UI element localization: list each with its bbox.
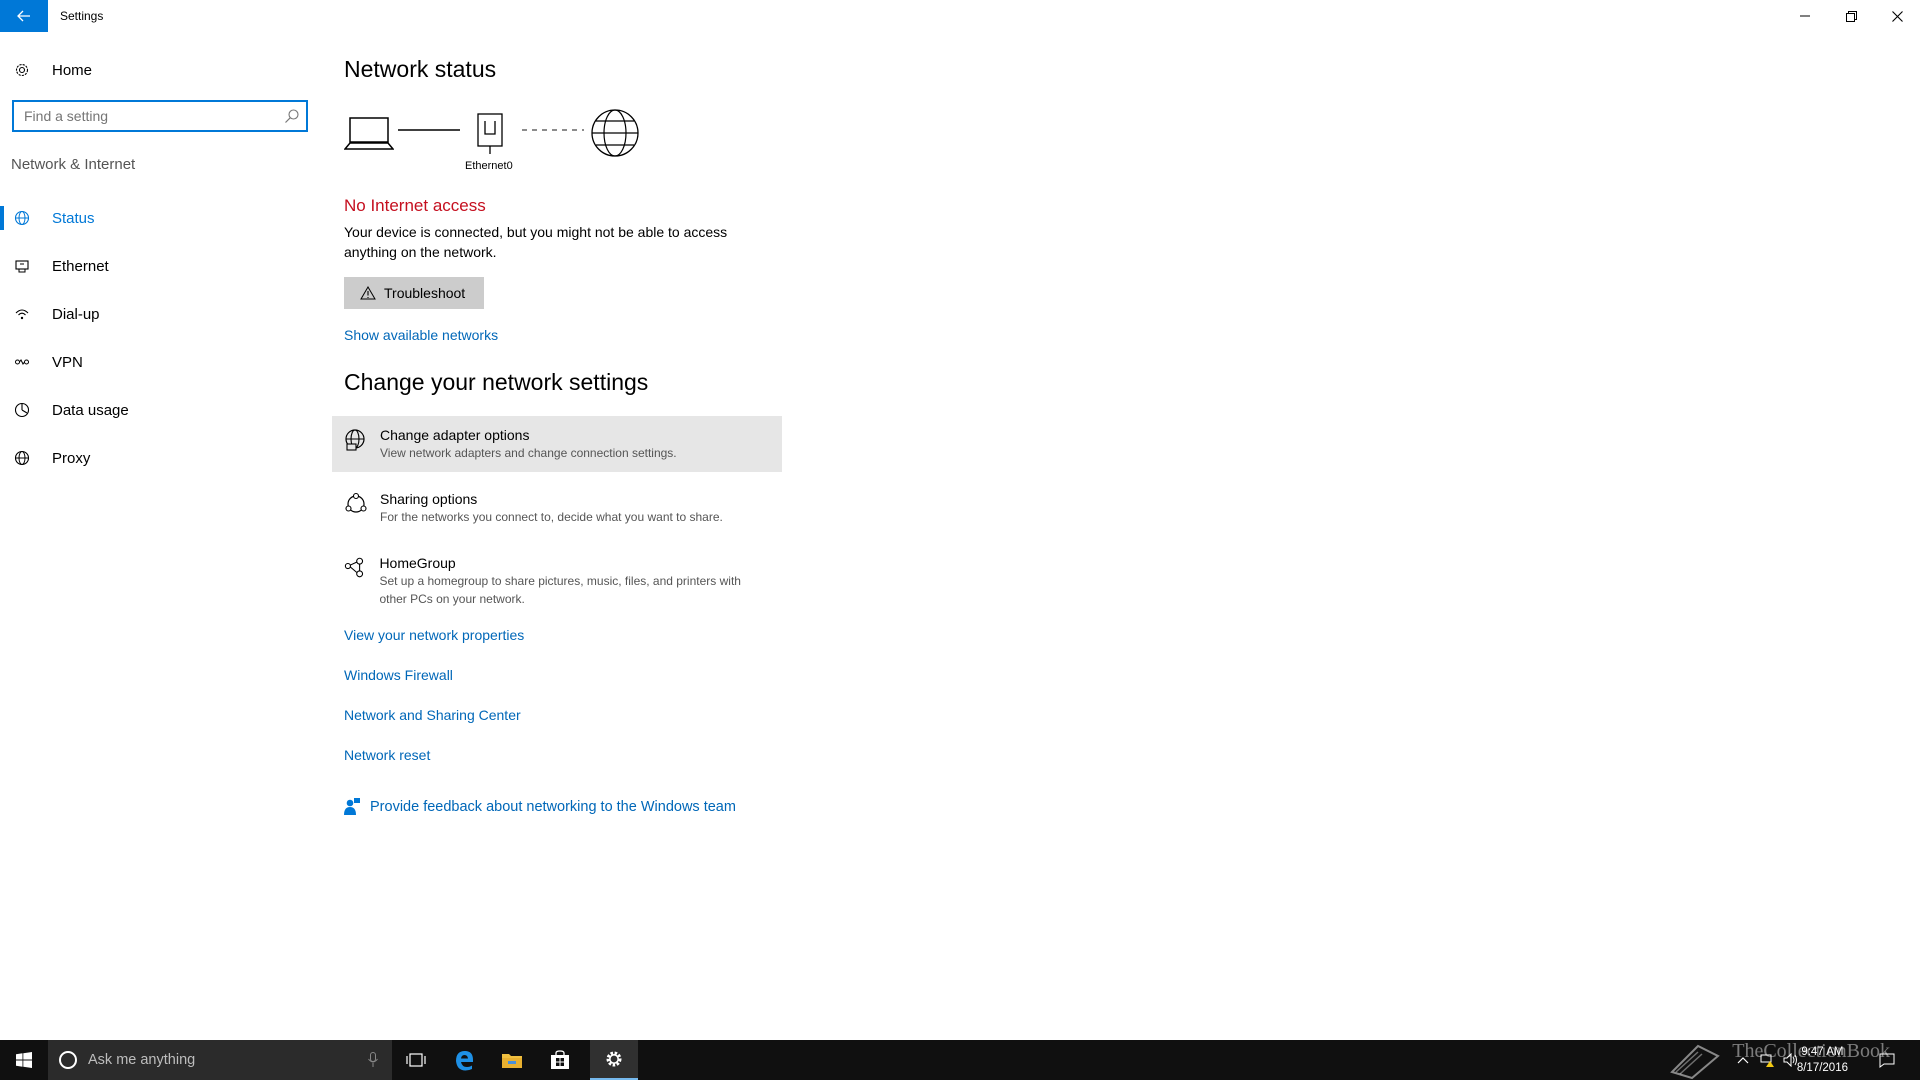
- back-button[interactable]: [0, 0, 48, 32]
- title-bar: Settings: [0, 0, 1920, 32]
- option-description: For the networks you connect to, decide …: [380, 510, 723, 524]
- option-title: HomeGroup: [379, 555, 456, 571]
- taskbar: Ask me anything TheCollectionBook 9:47 A…: [0, 1040, 1920, 1080]
- option-description: View network adapters and change connect…: [380, 446, 677, 460]
- homegroup-option[interactable]: HomeGroup Set up a homegroup to share pi…: [332, 544, 782, 618]
- network-reset-link[interactable]: Network reset: [344, 747, 430, 763]
- vpn-icon: [15, 359, 29, 365]
- change-adapter-options[interactable]: Change adapter options View network adap…: [332, 416, 782, 472]
- ethernet-icon: [15, 260, 29, 273]
- sidebar-item-label: Status: [52, 209, 95, 227]
- proxy-globe-icon: [14, 450, 30, 466]
- store-bag-icon: [551, 1050, 569, 1069]
- show-available-networks-link[interactable]: Show available networks: [344, 327, 498, 343]
- restore-button[interactable]: [1828, 0, 1874, 32]
- cortana-placeholder: Ask me anything: [88, 1052, 196, 1068]
- view-network-properties-link[interactable]: View your network properties: [344, 627, 524, 643]
- close-icon: [1891, 10, 1903, 22]
- task-view-button[interactable]: [392, 1040, 440, 1080]
- notification-icon: [1879, 1053, 1895, 1068]
- close-button[interactable]: [1874, 0, 1920, 32]
- laptop-icon: [344, 117, 394, 150]
- taskbar-clock[interactable]: 9:47 AM 8/17/2016: [1797, 1044, 1848, 1076]
- sidebar-nav: Status Ethernet Dial-up VPN Data usage P…: [0, 194, 320, 482]
- option-title: Change adapter options: [380, 427, 530, 443]
- clock-time: 9:47 AM: [1801, 1046, 1844, 1058]
- main-content: Network status Ethernet0 No Internet acc…: [332, 32, 1904, 1040]
- file-explorer-button[interactable]: [488, 1040, 536, 1080]
- sidebar-item-home[interactable]: Home: [14, 58, 92, 82]
- search-input[interactable]: [24, 108, 274, 124]
- sidebar-item-ethernet[interactable]: Ethernet: [0, 242, 320, 290]
- edge-button[interactable]: [440, 1040, 488, 1080]
- chevron-up-icon: [1737, 1057, 1749, 1064]
- sidebar-item-label: Home: [52, 61, 93, 79]
- troubleshoot-button[interactable]: Troubleshoot: [344, 277, 485, 309]
- action-center-button[interactable]: [1874, 1040, 1900, 1080]
- settings-gear-icon: [606, 1051, 622, 1067]
- sidebar-item-label: Data usage: [52, 401, 129, 419]
- feedback-label: Provide feedback about networking to the…: [370, 799, 736, 815]
- connection-line: [398, 129, 460, 131]
- edge-browser-icon: [456, 1051, 473, 1071]
- sidebar: Home Network & Internet Status Ethernet: [0, 32, 320, 1040]
- status-title: No Internet access: [344, 196, 486, 215]
- sidebar-item-status[interactable]: Status: [0, 194, 320, 242]
- change-settings-heading: Change your network settings: [344, 369, 649, 395]
- sidebar-item-dialup[interactable]: Dial-up: [0, 290, 320, 338]
- minimize-button[interactable]: [1782, 0, 1828, 32]
- sidebar-item-label: Ethernet: [52, 257, 109, 275]
- network-diagram: Ethernet0: [344, 109, 664, 186]
- warning-icon: [360, 286, 376, 300]
- sidebar-item-label: VPN: [52, 353, 83, 371]
- sidebar-section-title: Network & Internet: [11, 156, 136, 173]
- data-usage-icon: [14, 402, 30, 418]
- network-warning-icon: [1760, 1054, 1774, 1067]
- option-description: Set up a homegroup to share pictures, mu…: [379, 574, 741, 606]
- network-sharing-center-link[interactable]: Network and Sharing Center: [344, 707, 521, 723]
- network-tray-button[interactable]: [1756, 1040, 1778, 1080]
- sidebar-item-label: Dial-up: [52, 305, 100, 323]
- folder-icon: [502, 1054, 522, 1068]
- cortana-search-box[interactable]: Ask me anything: [48, 1040, 392, 1080]
- book-logo-icon: [1670, 1044, 1720, 1080]
- sharing-icon: [345, 492, 367, 513]
- minimize-icon: [1800, 15, 1810, 17]
- settings-taskbar-button[interactable]: [590, 1040, 638, 1080]
- adapter-globe-icon: [345, 429, 365, 451]
- sidebar-item-data-usage[interactable]: Data usage: [0, 386, 320, 434]
- feedback-link[interactable]: Provide feedback about networking to the…: [344, 798, 736, 816]
- start-button[interactable]: [0, 1040, 48, 1080]
- network-status-heading: Network status: [344, 56, 497, 82]
- sidebar-item-label: Proxy: [52, 449, 91, 467]
- ethernet-adapter-icon: [477, 113, 503, 154]
- microphone-icon[interactable]: [368, 1052, 378, 1068]
- show-hidden-icons-button[interactable]: [1732, 1040, 1754, 1080]
- sharing-options[interactable]: Sharing options For the networks you con…: [332, 480, 782, 536]
- task-view-icon: [406, 1053, 426, 1067]
- troubleshoot-label: Troubleshoot: [384, 285, 466, 301]
- sidebar-item-vpn[interactable]: VPN: [0, 338, 320, 386]
- clock-date: 8/17/2016: [1796, 1062, 1848, 1074]
- search-icon[interactable]: [284, 108, 300, 124]
- internet-globe-icon: [591, 109, 639, 157]
- globe-status-icon: [14, 210, 30, 226]
- dashed-connection-line: [522, 129, 584, 131]
- homegroup-icon: [344, 557, 364, 578]
- feedback-person-icon: [344, 798, 360, 815]
- cortana-circle-icon: [59, 1051, 77, 1069]
- window-title: Settings: [60, 9, 104, 23]
- windows-firewall-link[interactable]: Windows Firewall: [344, 667, 453, 683]
- windows-logo-icon: [16, 1052, 32, 1068]
- option-title: Sharing options: [380, 491, 478, 507]
- settings-search-box[interactable]: [12, 100, 308, 132]
- store-button[interactable]: [536, 1040, 584, 1080]
- back-arrow-icon: [17, 10, 30, 22]
- status-description: Your device is connected, but you might …: [344, 224, 728, 260]
- gear-icon: [15, 63, 29, 77]
- dialup-icon: [15, 309, 29, 320]
- sidebar-item-proxy[interactable]: Proxy: [0, 434, 320, 482]
- restore-icon: [1845, 10, 1857, 22]
- adapter-name-label: Ethernet0: [465, 160, 513, 172]
